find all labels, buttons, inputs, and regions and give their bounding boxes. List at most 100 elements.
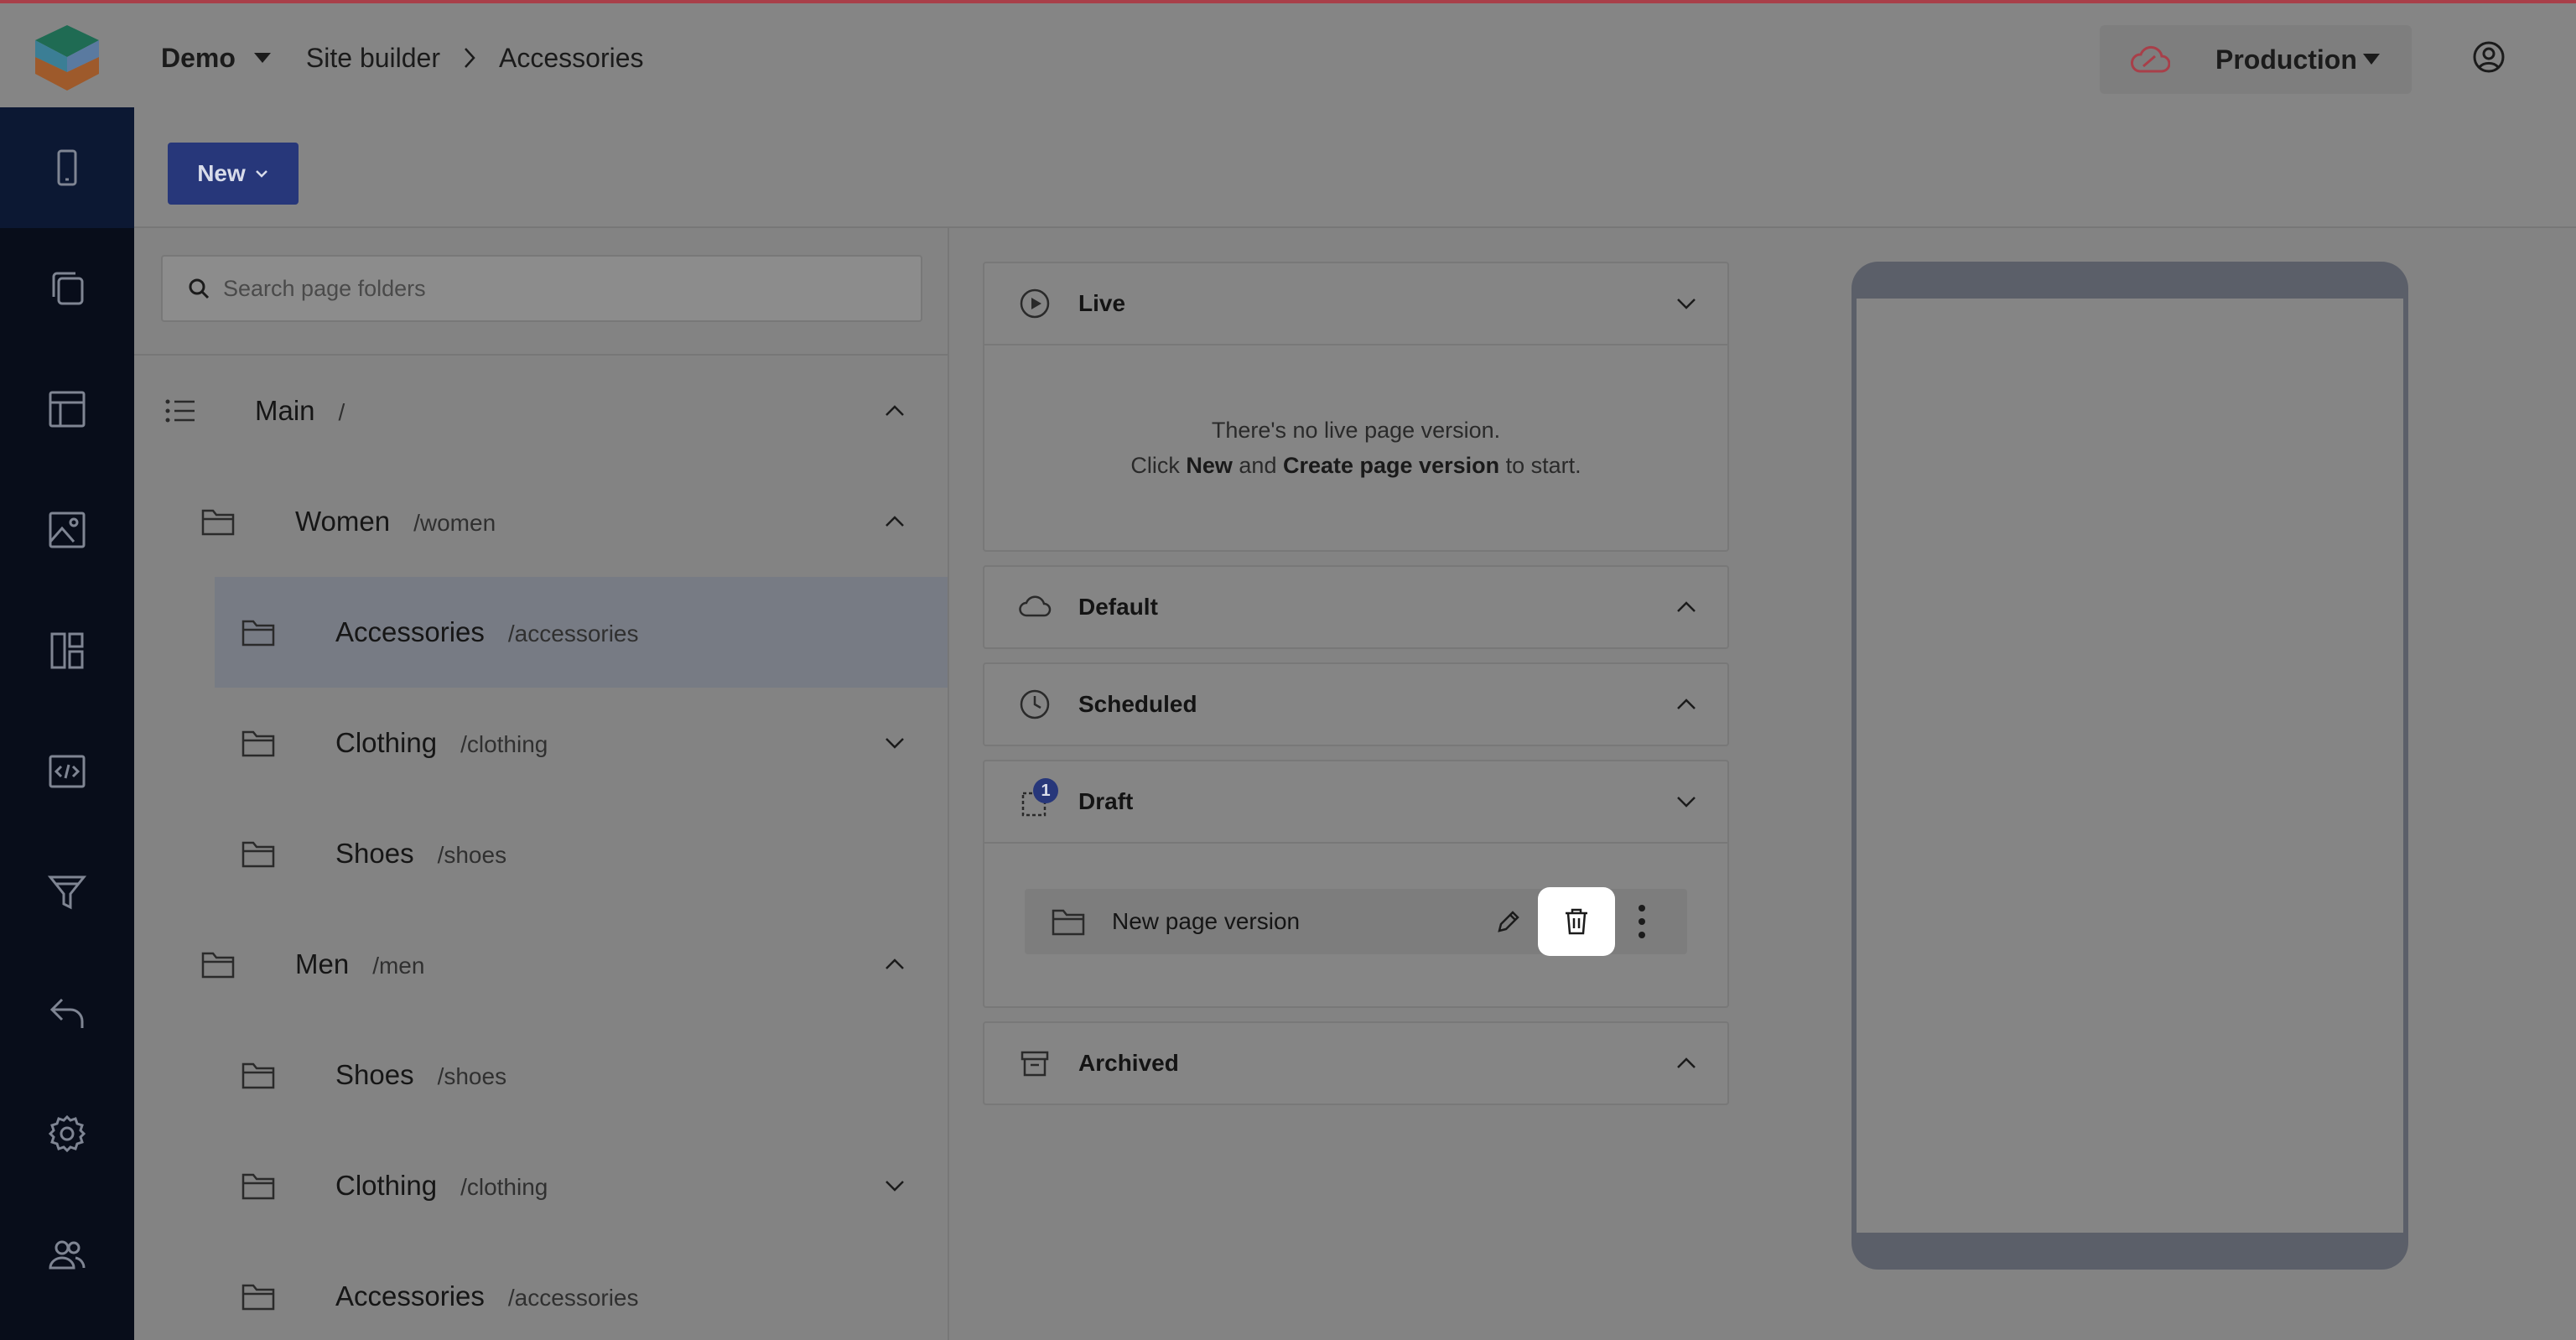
chevron-up-icon [1677,699,1696,709]
components-icon [50,632,84,669]
nav-item-pages-mobile[interactable] [0,107,134,228]
chevron-up-icon[interactable] [882,956,907,973]
draft-count-badge: 1 [1033,778,1058,803]
live-section-title: Live [1078,290,1126,316]
mobile-preview-screen [1857,299,2403,1233]
chevron-down-icon[interactable] [882,735,907,751]
empty-create-text: Create page version [1282,453,1500,478]
user-account-icon[interactable] [2472,40,2506,74]
code-icon [49,755,86,788]
cloud-error-icon [2131,45,2170,73]
new-button[interactable]: New [168,143,299,205]
chevron-up-icon[interactable] [882,513,907,530]
folder-path: / [338,399,345,425]
folder-row-shoes[interactable]: Shoes/shoes [134,798,948,909]
scheduled-section-header[interactable]: Scheduled [984,664,1727,745]
folder-row-women[interactable]: Women/women [134,466,948,577]
chevron-down-icon [1677,299,1696,309]
default-section-title: Default [1078,594,1158,620]
empty-line-2: Click New and Create page version to sta… [984,448,1727,483]
nav-item-code[interactable] [0,711,134,832]
folder-icon [1052,909,1085,936]
page-folder-panel: Main / Women/women Accessories/accessorie… [134,228,949,1340]
folder-row-men[interactable]: Men/men [134,909,948,1020]
folder-search-input[interactable] [223,275,911,302]
draft-section-header[interactable]: 1 Draft [984,761,1727,842]
archive-box-icon [1021,1051,1049,1077]
draft-version-name: New page version [1112,908,1301,934]
nav-item-filters[interactable] [0,832,134,953]
top-bar: Demo Site builder Accessories Production [0,0,2576,107]
users-icon [49,1240,86,1270]
chevron-up-icon[interactable] [882,403,907,419]
chevron-right-icon [459,45,480,70]
folder-path: /men [372,953,425,979]
folder-icon [242,1173,275,1200]
cloud-icon [1019,595,1052,617]
draft-section-title: Draft [1078,788,1134,814]
live-section-header[interactable]: Live [984,263,1727,344]
folder-row-accessories-selected[interactable]: Accessories/accessories [215,577,948,688]
breadcrumb-current: Accessories [499,42,644,73]
empty-new-text: New [1186,453,1233,478]
layout-icon [49,391,86,428]
mobile-preview-frame [1852,262,2408,1270]
nav-item-components[interactable] [0,590,134,711]
folder-name: Clothing [335,1170,438,1201]
default-section: Default [983,565,1729,649]
folder-row-men-accessories[interactable]: Accessories/accessories [134,1241,948,1340]
settings-gear-icon [48,1114,86,1153]
folder-path: /accessories [507,621,639,647]
project-switcher[interactable]: Demo [161,43,236,74]
undo-icon [49,998,84,1028]
filter-icon [47,875,87,910]
folder-name: Men [295,948,350,979]
delete-version-button[interactable] [1538,887,1615,956]
nav-item-media[interactable] [0,470,134,590]
default-section-header[interactable]: Default [984,567,1727,647]
live-section-body: There's no live page version. Click New … [984,344,1727,552]
folder-icon [201,509,235,536]
mobile-device-icon [57,149,77,186]
nav-item-users[interactable] [0,1194,134,1315]
folder-path: /shoes [437,1063,507,1089]
breadcrumb-site-builder[interactable]: Site builder [306,43,440,74]
image-icon [49,512,86,548]
folder-row-main[interactable]: Main / [134,356,948,466]
more-options-icon[interactable] [1633,903,1650,940]
draft-version-row[interactable]: New page version [1025,887,1687,956]
chevron-down-icon[interactable] [882,1177,907,1194]
archived-section-header[interactable]: Archived [984,1023,1727,1104]
folder-name: Main [255,395,315,426]
draft-section-body: New page version [984,842,1727,1006]
project-dropdown-icon[interactable] [253,53,271,63]
scheduled-section: Scheduled [983,662,1729,746]
edit-pencil-icon[interactable] [1494,907,1523,936]
folder-path: /shoes [437,842,507,868]
archived-section-title: Archived [1078,1050,1179,1076]
folder-path: /clothing [460,731,548,757]
side-navigation [0,107,134,1340]
folder-icon [242,620,275,647]
folder-row-men-clothing[interactable]: Clothing/clothing [134,1130,948,1241]
folder-row-men-shoes[interactable]: Shoes/shoes [134,1020,948,1130]
folder-row-clothing[interactable]: Clothing/clothing [134,688,948,798]
nav-item-undo[interactable] [0,953,134,1073]
clock-icon [1020,689,1050,719]
chevron-up-icon [1677,1057,1696,1068]
app-logo[interactable] [32,22,102,92]
folder-name: Accessories [335,1280,485,1311]
nav-item-settings[interactable] [0,1073,134,1194]
list-icon [165,399,195,423]
environment-selector[interactable]: Production [2100,25,2412,94]
breadcrumb: Demo Site builder Accessories [161,39,644,77]
folder-icon [242,1062,275,1089]
play-circle-icon [1020,288,1050,319]
folder-name: Clothing [335,727,438,758]
folder-name: Shoes [335,1059,414,1090]
nav-item-copies[interactable] [0,228,134,349]
folder-search [161,255,922,322]
empty-click-text: Click [1130,453,1180,478]
nav-item-layouts[interactable] [0,349,134,470]
copy-pages-icon [52,272,84,305]
